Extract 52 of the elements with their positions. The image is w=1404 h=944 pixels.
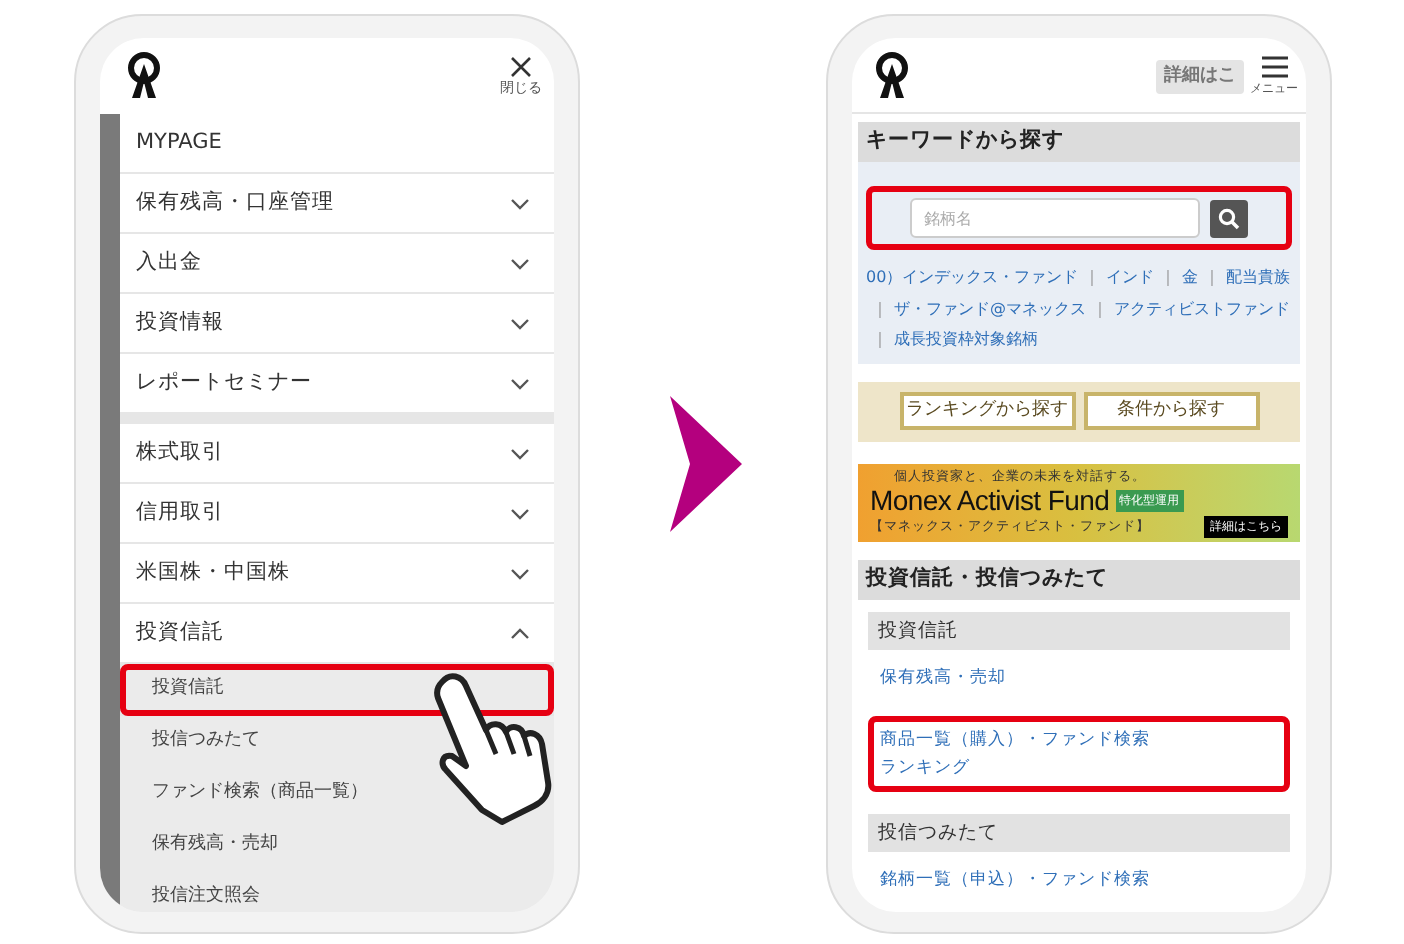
- menu-icon: [1261, 55, 1287, 77]
- banner-title: Monex Activist Fund: [870, 486, 1110, 517]
- menu-item[interactable]: 入出金: [120, 234, 554, 294]
- chevron-down-icon: [510, 567, 530, 579]
- menu-item[interactable]: レポートセミナー: [120, 354, 554, 414]
- keyword-link[interactable]: アクティビストファンド: [1114, 299, 1290, 317]
- fund-link[interactable]: 銘柄一覧（申込）・ファンド検索: [880, 866, 1150, 895]
- search-option-button[interactable]: ランキングから探す: [899, 392, 1075, 430]
- submenu-item[interactable]: 投信注文照会: [120, 872, 554, 912]
- menu-item[interactable]: 投資信託: [120, 604, 554, 664]
- submenu-item[interactable]: 保有残高・売却: [120, 820, 554, 872]
- separator: ｜: [1160, 268, 1177, 286]
- separator: ｜: [1084, 268, 1101, 286]
- menu-item[interactable]: MYPAGE: [120, 114, 554, 174]
- keyword-link[interactable]: 配当貴族: [1226, 268, 1291, 286]
- subsection-heading: 投資信託: [868, 612, 1290, 651]
- chevron-down-icon: [510, 257, 530, 269]
- chevron-down-icon: [510, 317, 530, 329]
- chevron-down-icon: [510, 447, 530, 459]
- section-heading: キーワードから探す: [858, 122, 1300, 162]
- close-icon: [510, 56, 532, 78]
- subsection-heading: 投信つみたて: [868, 814, 1290, 853]
- fund-link[interactable]: 保有残高・売却: [880, 664, 1006, 693]
- fund-link[interactable]: 商品一覧（購入）・ファンド検索: [880, 726, 1150, 755]
- details-button[interactable]: 詳細はこ: [1156, 59, 1244, 94]
- menu-item[interactable]: 株式取引: [120, 424, 554, 484]
- menu-item[interactable]: 信用取引: [120, 484, 554, 544]
- search-icon: [1218, 207, 1240, 229]
- search-field[interactable]: 銘柄名: [910, 198, 1200, 238]
- keyword-link[interactable]: ザ・ファンド@マネックス: [894, 299, 1086, 317]
- chevron-up-icon: [510, 627, 530, 639]
- keyword-link[interactable]: 成長投資枠対象銘柄: [894, 330, 1038, 348]
- chevron-down-icon: [510, 197, 530, 209]
- separator: ｜: [1092, 299, 1108, 317]
- logo-icon: [124, 52, 164, 100]
- chevron-down-icon: [510, 507, 530, 519]
- separator: ｜: [872, 330, 888, 348]
- keyword-link[interactable]: インド: [1106, 268, 1155, 286]
- logo-icon: [872, 51, 912, 99]
- keyword-link[interactable]: 00）インデックス・ファンド: [866, 268, 1079, 286]
- chevron-down-icon: [510, 377, 530, 389]
- fund-link[interactable]: ランキング: [880, 754, 970, 783]
- keyword-link[interactable]: 金: [1182, 268, 1199, 286]
- menu-item[interactable]: 投資情報: [120, 294, 554, 354]
- search-button[interactable]: [1210, 199, 1248, 237]
- menu-item[interactable]: 米国株・中国株: [120, 544, 554, 604]
- separator: ｜: [872, 299, 888, 317]
- submenu-item[interactable]: 投資信託: [120, 664, 554, 716]
- section-heading: 投資信託・投信つみたて: [858, 560, 1300, 601]
- search-option-button[interactable]: 条件から探す: [1083, 392, 1259, 430]
- menu-item[interactable]: 保有残高・口座管理: [120, 174, 554, 234]
- separator: ｜: [1204, 268, 1221, 286]
